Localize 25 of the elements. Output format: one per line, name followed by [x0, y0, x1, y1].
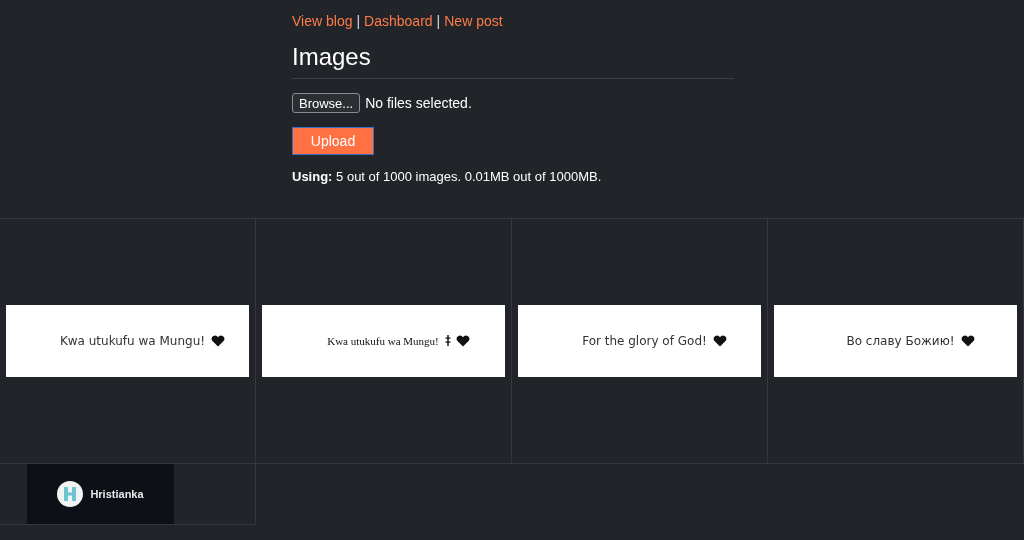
file-status: No files selected.	[365, 95, 472, 111]
heart-icon	[712, 335, 727, 347]
nav-link[interactable]: Dashboard	[364, 13, 433, 29]
heart-icon	[455, 335, 470, 347]
image-text: For the glory of God!	[582, 334, 707, 348]
page-heading: Images	[292, 43, 372, 71]
image-thumbnail[interactable]: Kwa utukufu wa Mungu!	[262, 305, 505, 377]
separator: |	[436, 13, 441, 29]
nav-link[interactable]: View blog	[292, 13, 353, 29]
heart-icon	[960, 335, 975, 347]
cross-icon	[444, 335, 451, 346]
image-thumbnail[interactable]: For the glory of God!	[518, 305, 761, 377]
usage-text: Using: 5 out of 1000 images. 0.01MB out of 1000MB.	[292, 169, 603, 184]
image-text: Во славу Божию!	[846, 334, 955, 348]
logo-icon	[57, 481, 84, 507]
image-thumbnail[interactable]: Во славу Божию!	[774, 305, 1017, 377]
separator: |	[356, 13, 361, 29]
image-thumbnail[interactable]: Hristianka	[27, 464, 174, 524]
nav-link[interactable]: New post	[444, 13, 503, 29]
image-text: Kwa utukufu wa Mungu!	[327, 335, 439, 347]
browse-button[interactable]: Browse...	[292, 93, 361, 113]
image-text: Kwa utukufu wa Mungu!	[59, 334, 206, 348]
image-thumbnail[interactable]: Kwa utukufu wa Mungu!	[6, 305, 249, 377]
heart-icon	[211, 335, 226, 347]
image-text: Hristianka	[90, 488, 144, 500]
